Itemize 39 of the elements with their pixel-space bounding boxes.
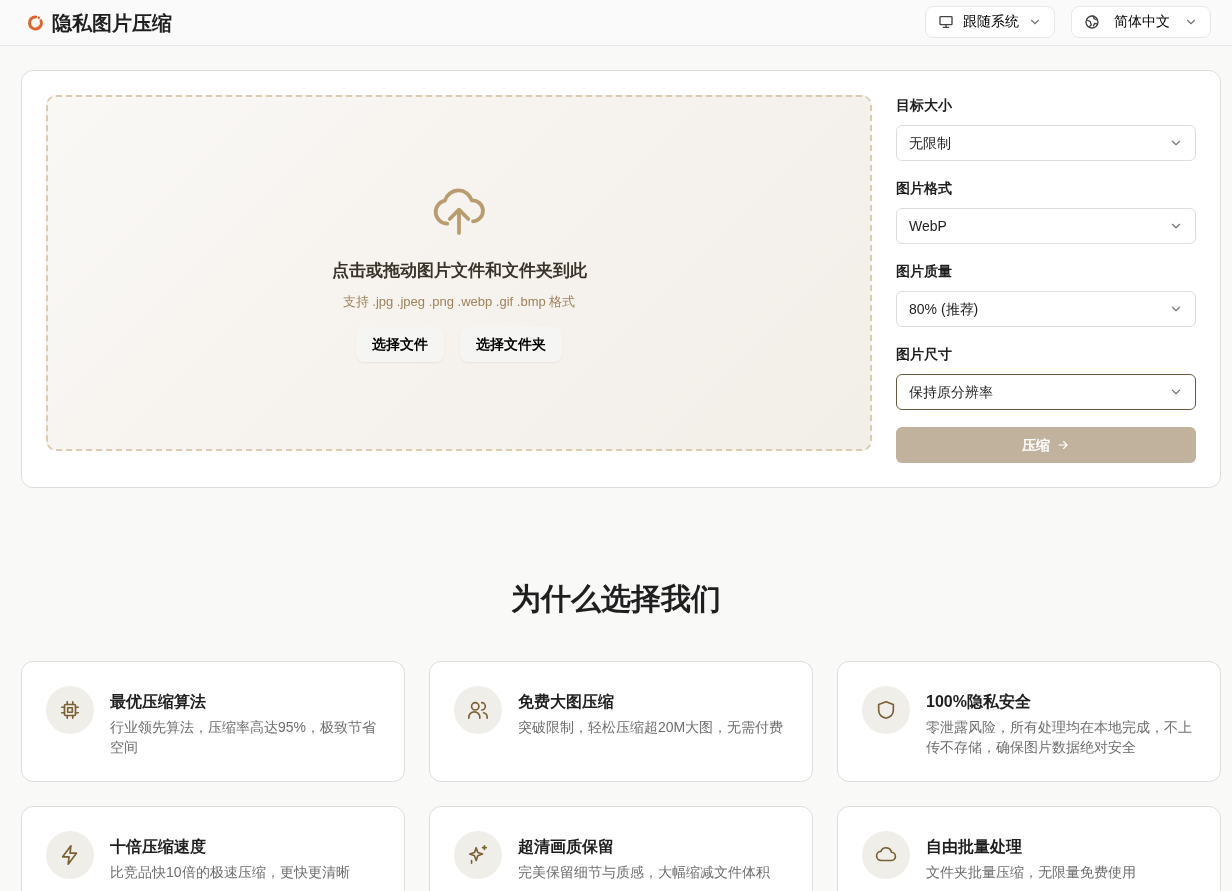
sparkles-icon [454,831,502,879]
field-label: 图片格式 [896,179,953,198]
choose-file-button[interactable]: 选择文件 [356,327,444,362]
supported-formats: 支持 .jpg .jpeg .png .webp .gif .bmp 格式 [342,292,576,311]
select-field[interactable]: 保持原分辨率 [896,374,1196,410]
globe-icon [1084,13,1100,30]
shield-icon [862,686,910,734]
lightning-icon [46,831,94,879]
select-field[interactable]: 无限制 [896,125,1196,161]
feature-title: 100%隐私安全 [926,692,1032,712]
select-field[interactable]: 80% (推荐) [896,291,1196,327]
feature-description: 比竞品快10倍的极速压缩，更快更清晰 [110,863,350,882]
upload-instruction: 点击或拖动图片文件和文件夹到此 [331,260,587,282]
arrow-right-icon [1056,438,1070,452]
field-label: 目标大小 [896,96,953,115]
feature-title: 自由批量处理 [926,837,1023,857]
choose-folder-button[interactable]: 选择文件夹 [460,327,562,362]
field-label: 图片尺寸 [896,345,953,364]
app-title: 隐私图片压缩 [52,10,172,36]
feature-description: 零泄露风险，所有处理均在本地完成，不上传不存储，确保图片数据绝对安全 [926,718,1193,757]
feature-title: 最优压缩算法 [110,692,207,712]
feature-description: 突破限制，轻松压缩超20M大图，无需付费 [518,718,784,737]
feature-title: 免费大图压缩 [518,692,615,712]
language-dropdown[interactable]: 简体中文 [1071,5,1211,38]
users-icon [454,686,502,734]
feature-description: 文件夹批量压缩，无限量免费使用 [926,863,1136,882]
feature-description: 完美保留细节与质感，大幅缩减文件体积 [518,863,770,882]
monitor-icon [938,13,954,30]
feature-title: 十倍压缩速度 [110,837,207,857]
feature-title: 超清画质保留 [518,837,615,857]
theme-dropdown[interactable]: 跟随系统 [925,5,1055,38]
section-heading: 为什么选择我们 [510,581,722,617]
logo-icon [26,13,44,32]
chip-icon [46,686,94,734]
select-field[interactable]: WebP [896,208,1196,244]
drop-zone[interactable]: 点击或拖动图片文件和文件夹到此 支持 .jpg .jpeg .png .webp .gif .bmp 格式 选择文件 选择文件夹 [46,95,872,451]
feature-description: 行业领先算法，压缩率高达95%，极致节省空间 [110,718,378,757]
field-label: 图片质量 [896,262,953,281]
cloud-icon [862,831,910,879]
